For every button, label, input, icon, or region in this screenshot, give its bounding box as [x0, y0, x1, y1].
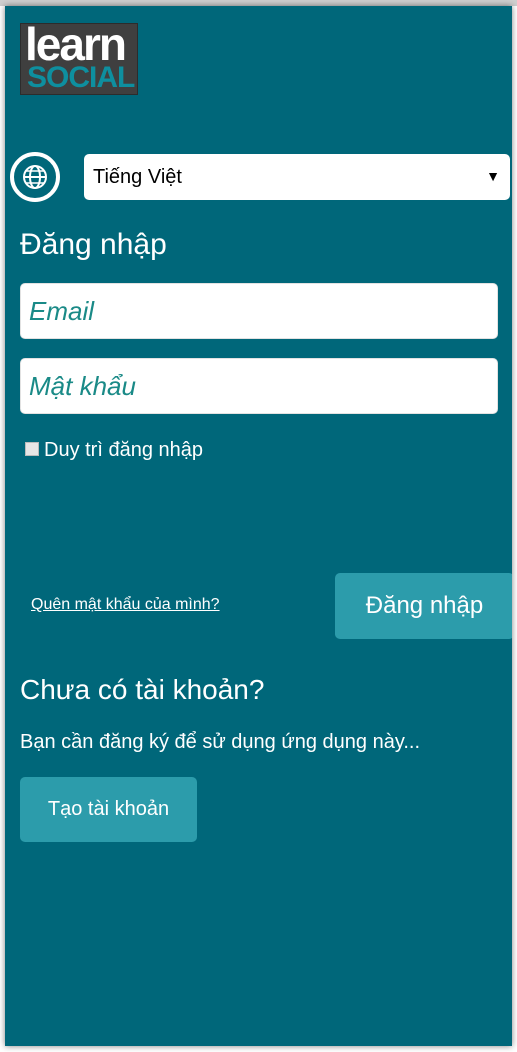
globe-icon-svg	[23, 165, 47, 189]
logo-line-2: SOCIAL	[27, 61, 135, 94]
learnsocial-logo: learn SOCIAL	[20, 23, 138, 95]
login-panel: learn SOCIAL Tiếng Việt ▼ Đăng nhập Duy …	[5, 6, 512, 1046]
no-account-heading: Chưa có tài khoản?	[20, 674, 265, 705]
language-selected-value: Tiếng Việt	[93, 165, 182, 188]
remember-me[interactable]: Duy trì đăng nhập	[25, 439, 203, 462]
remember-me-checkbox[interactable]	[25, 441, 39, 456]
signup-description: Bạn cần đăng ký để sử dụng ứng dụng này.…	[20, 731, 421, 753]
forgot-password-link[interactable]: Quên mật khẩu của mình?	[31, 596, 220, 614]
password-input[interactable]	[27, 369, 497, 403]
create-account-button[interactable]: Tạo tài khoản	[20, 777, 197, 842]
email-input[interactable]	[27, 294, 497, 328]
remember-me-label: Duy trì đăng nhập	[44, 439, 203, 461]
language-select[interactable]: Tiếng Việt ▼	[84, 154, 510, 200]
login-button[interactable]: Đăng nhập	[335, 573, 512, 639]
dropdown-arrow-icon: ▼	[486, 168, 500, 184]
globe-icon	[10, 152, 60, 202]
email-field[interactable]	[20, 283, 498, 339]
login-title: Đăng nhập	[20, 228, 167, 261]
password-field[interactable]	[20, 358, 498, 414]
